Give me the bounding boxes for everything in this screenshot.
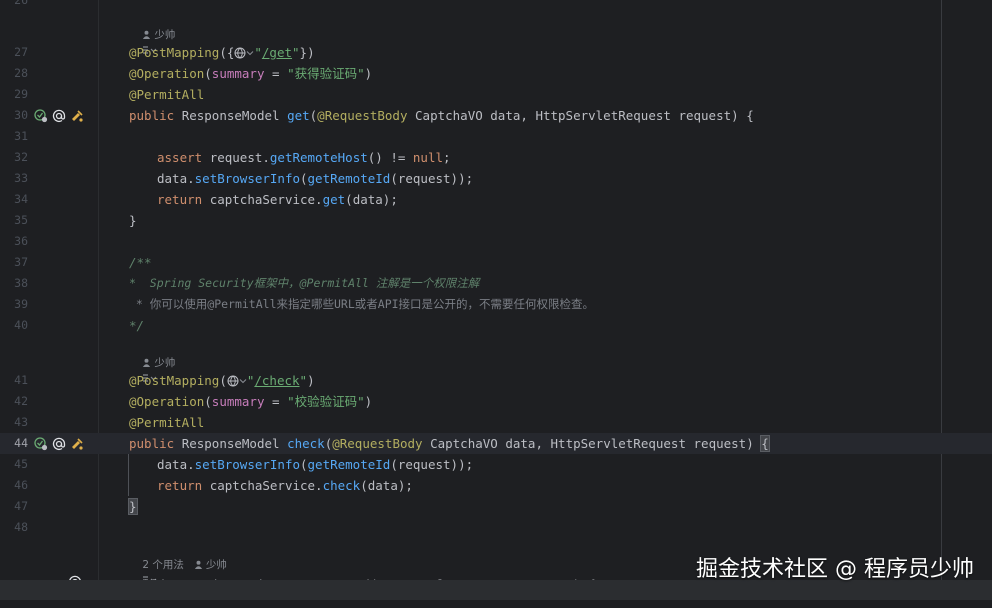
endpoint-icon[interactable] bbox=[34, 108, 48, 123]
code-text[interactable]: public ResponseModel check(@RequestBody … bbox=[129, 433, 770, 454]
code-text[interactable]: return captchaService.check(data); bbox=[157, 475, 413, 496]
code-line: 37 /** bbox=[0, 252, 992, 273]
line-number: 41 bbox=[14, 373, 28, 387]
author-hint[interactable]: 少帅 bbox=[129, 338, 175, 369]
line-number: 32 bbox=[14, 150, 28, 164]
chevron-down-icon[interactable] bbox=[239, 377, 247, 385]
code-line: 29 @PermitAll bbox=[0, 84, 992, 105]
code-text[interactable]: public ResponseModel get(@RequestBody Ca… bbox=[129, 105, 754, 126]
usages-hint[interactable]: 2 个用法 少帅 bbox=[129, 540, 227, 571]
code-line: 46 return captchaService.check(data); bbox=[0, 475, 992, 496]
code-line: 48 bbox=[0, 517, 992, 538]
code-line: 30 public ResponseModel get(@RequestBody… bbox=[0, 105, 992, 126]
gutter-icons bbox=[34, 108, 84, 123]
matched-brace: { bbox=[760, 435, 770, 452]
line-number: 40 bbox=[14, 318, 28, 332]
code-line: 41 @PostMapping("/check") bbox=[0, 370, 992, 391]
line-number: 47 bbox=[14, 499, 28, 513]
code-line: 38 * Spring Security框架中，@PermitAll 注解是一个… bbox=[0, 273, 992, 294]
code-text[interactable]: } bbox=[128, 496, 138, 517]
gutter-icons bbox=[34, 436, 84, 451]
code-text[interactable]: @PostMapping({"/get"}) bbox=[129, 42, 315, 63]
watermark-text: 掘金技术社区 @ 程序员少帅 bbox=[696, 557, 974, 582]
javadoc-open[interactable]: /** bbox=[129, 252, 152, 273]
line-number: 46 bbox=[14, 478, 28, 492]
run-request-icon[interactable] bbox=[70, 437, 84, 451]
code-line: 36 bbox=[0, 231, 992, 252]
annotation-at-icon[interactable] bbox=[52, 109, 66, 123]
line-number: 33 bbox=[14, 171, 28, 185]
code-text[interactable]: @Operation(summary = "获得验证码") bbox=[129, 63, 372, 84]
code-text[interactable]: @PostMapping("/check") bbox=[129, 370, 315, 391]
line-number: 39 bbox=[14, 297, 28, 311]
code-line: 47 } bbox=[0, 496, 992, 517]
code-text[interactable]: } bbox=[129, 210, 137, 231]
author-hint[interactable]: 少帅 bbox=[129, 10, 175, 41]
line-number: 43 bbox=[14, 415, 28, 429]
current-code-line: 44 public ResponseModel check(@RequestBo… bbox=[0, 433, 992, 454]
matched-brace: } bbox=[128, 498, 138, 515]
code-text[interactable]: @Operation(summary = "校验验证码") bbox=[129, 391, 372, 412]
line-number: 48 bbox=[14, 520, 28, 534]
code-text[interactable]: @PermitAll bbox=[129, 412, 204, 433]
code-line: 34 return captchaService.get(data); bbox=[0, 189, 992, 210]
code-line: 33 data.setBrowserInfo(getRemoteId(reque… bbox=[0, 168, 992, 189]
line-number: 31 bbox=[14, 129, 28, 143]
code-text[interactable]: return captchaService.get(data); bbox=[157, 189, 398, 210]
code-line: 32 assert request.getRemoteHost() != nul… bbox=[0, 147, 992, 168]
code-line: 27 @PostMapping({"/get"}) bbox=[0, 42, 992, 63]
code-line: 45 data.setBrowserInfo(getRemoteId(reque… bbox=[0, 454, 992, 475]
line-number: 28 bbox=[14, 66, 28, 80]
line-number: 29 bbox=[14, 87, 28, 101]
run-request-icon[interactable] bbox=[70, 109, 84, 123]
line-number: 38 bbox=[14, 276, 28, 290]
status-bar bbox=[0, 580, 992, 600]
user-icon bbox=[194, 560, 203, 569]
line-number: 27 bbox=[14, 45, 28, 59]
line-number: 36 bbox=[14, 234, 28, 248]
code-line: 35 } bbox=[0, 210, 992, 231]
code-text[interactable]: @PermitAll bbox=[129, 84, 204, 105]
code-line: 28 @Operation(summary = "获得验证码") bbox=[0, 63, 992, 84]
javadoc-close[interactable]: */ bbox=[129, 315, 144, 336]
code-line: 31 bbox=[0, 126, 992, 147]
line-number: 30 bbox=[14, 108, 28, 122]
line-number: 34 bbox=[14, 192, 28, 206]
line-number: 45 bbox=[14, 457, 28, 471]
code-line: 43 @PermitAll bbox=[0, 412, 992, 433]
line-number: 42 bbox=[14, 394, 28, 408]
line-number: 44 bbox=[14, 436, 28, 450]
code-line: 39 * 你可以使用@PermitAll来指定哪些URL或者API接口是公开的，… bbox=[0, 294, 992, 315]
code-line: 42 @Operation(summary = "校验验证码") bbox=[0, 391, 992, 412]
code-text[interactable]: assert request.getRemoteHost() != null; bbox=[157, 147, 451, 168]
code-editor[interactable]: 26 少帅 27 @PostMapping({"/get"}) 28 @Oper… bbox=[0, 0, 992, 584]
globe-icon[interactable] bbox=[227, 375, 239, 387]
javadoc-text[interactable]: * 你可以使用@PermitAll来指定哪些URL或者API接口是公开的，不需要… bbox=[129, 294, 594, 315]
javadoc-text[interactable]: * Spring Security框架中，@PermitAll 注解是一个权限注… bbox=[129, 273, 479, 294]
endpoint-icon[interactable] bbox=[34, 436, 48, 451]
globe-icon[interactable] bbox=[234, 47, 246, 59]
line-number: 26 bbox=[14, 0, 28, 7]
line-number: 35 bbox=[14, 213, 28, 227]
code-line: 40 */ bbox=[0, 315, 992, 336]
code-text[interactable]: data.setBrowserInfo(getRemoteId(request)… bbox=[157, 168, 473, 189]
code-text[interactable]: data.setBrowserInfo(getRemoteId(request)… bbox=[157, 454, 473, 475]
line-number: 37 bbox=[14, 255, 28, 269]
annotation-at-icon[interactable] bbox=[52, 437, 66, 451]
